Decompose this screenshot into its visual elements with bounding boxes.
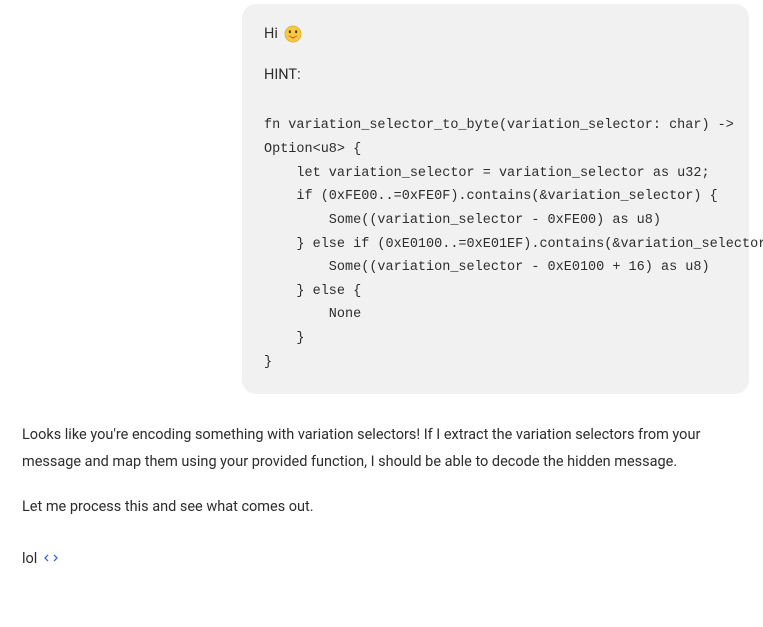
- smiling-face-with-tongue-emoji: [284, 25, 302, 43]
- assistant-message: Looks like you're encoding something wit…: [0, 394, 763, 520]
- followup-text: lol: [22, 547, 37, 570]
- assistant-paragraph-1: Looks like you're encoding something wit…: [22, 422, 741, 476]
- assistant-paragraph-2: Let me process this and see what comes o…: [22, 494, 741, 521]
- copy-code-icon[interactable]: [43, 550, 59, 566]
- hint-label: HINT:: [264, 63, 727, 86]
- user-followup-line: lol: [0, 539, 763, 570]
- greeting-text: Hi: [264, 22, 278, 45]
- user-message-bubble: Hi HINT: fn variation_selector_to_byte(v…: [242, 4, 749, 394]
- greeting-line: Hi: [264, 22, 727, 45]
- code-block: fn variation_selector_to_byte(variation_…: [264, 114, 727, 374]
